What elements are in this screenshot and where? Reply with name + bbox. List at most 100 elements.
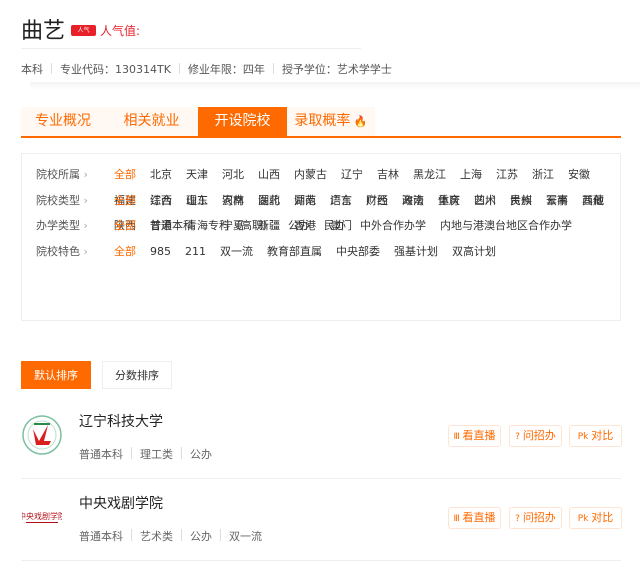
filter-option[interactable]: 江苏 bbox=[496, 162, 518, 188]
info-item: 专业代码：130314TK bbox=[60, 63, 171, 76]
tab-0[interactable]: 专业概况 bbox=[21, 107, 105, 136]
filter-option[interactable]: 北京 bbox=[150, 162, 172, 188]
school-name[interactable]: 辽宁科技大学 bbox=[79, 411, 163, 431]
ask-button[interactable]: ? 问招办 bbox=[509, 425, 562, 447]
filter-option[interactable]: 河北 bbox=[222, 162, 244, 188]
filter-options: 全部 北京 天津 河北 山西 内蒙古 辽宁 吉林 黑龙江 上海 江苏 浙江 安徽 福建 江西 山东 河南 湖北 湖南… bbox=[114, 162, 619, 232]
tab-label: 录取概率 bbox=[294, 113, 351, 129]
filter-option[interactable]: 全部 bbox=[114, 162, 136, 188]
popular-badge: 人气 bbox=[71, 25, 96, 36]
separator bbox=[220, 529, 221, 541]
live-button[interactable]: Ⅲ 看直播 bbox=[448, 425, 501, 447]
page-title: 曲艺 bbox=[21, 19, 66, 44]
compare-button[interactable]: Pk 对比 bbox=[569, 425, 622, 447]
filter-option[interactable]: 强基计划 bbox=[394, 239, 438, 265]
tab-2[interactable]: 开设院校 bbox=[198, 107, 287, 136]
separator bbox=[131, 447, 132, 459]
filter-option[interactable]: 黑龙江 bbox=[413, 162, 446, 188]
filter-option[interactable]: 浙江 bbox=[532, 162, 554, 188]
filter-option[interactable]: 理工 bbox=[186, 188, 208, 214]
filter-option[interactable]: 双高计划 bbox=[452, 239, 496, 265]
popularity-label: 人气值: bbox=[100, 24, 141, 38]
tab-1[interactable]: 相关就业 bbox=[105, 107, 198, 136]
separator bbox=[51, 63, 52, 74]
filter-label-text: 院校所属 bbox=[36, 168, 80, 181]
tab-label: 开设院校 bbox=[214, 113, 271, 129]
button-label: 问招办 bbox=[522, 511, 556, 524]
live-icon: Ⅲ bbox=[453, 432, 463, 442]
filter-option[interactable]: 中外合作办学 bbox=[360, 213, 426, 239]
filter-option[interactable]: 专科（高职） bbox=[208, 213, 274, 239]
filter-option[interactable]: 辽宁 bbox=[341, 162, 363, 188]
filter-option[interactable]: 上海 bbox=[460, 162, 482, 188]
sort-score-button[interactable]: 分数排序 bbox=[102, 361, 172, 389]
school-tags: 普通本科 艺术类 公办 双一流 bbox=[79, 528, 262, 544]
separator bbox=[181, 447, 182, 459]
filter-label: 院校类型 › bbox=[36, 188, 114, 214]
filter-option[interactable]: 农林 bbox=[222, 188, 244, 214]
school-tags: 普通本科 理工类 公办 bbox=[79, 446, 212, 462]
filter-option[interactable]: 民办 bbox=[324, 213, 346, 239]
separator bbox=[181, 529, 182, 541]
filter-option[interactable]: 山西 bbox=[258, 162, 280, 188]
filter-option[interactable]: 211 bbox=[185, 239, 206, 265]
filter-label: 院校所属 › bbox=[36, 162, 114, 188]
live-button[interactable]: Ⅲ 看直播 bbox=[448, 507, 501, 529]
school-item[interactable]: 中央戏剧学院中央戏剧学院普通本科艺术类公办双一流Ⅲ 看直播? 问招办Pk 对比 bbox=[18, 479, 622, 561]
filter-option[interactable]: 全部 bbox=[114, 213, 136, 239]
separator bbox=[178, 63, 180, 74]
filter-option[interactable]: 双一流 bbox=[220, 239, 253, 265]
filter-row: 院校所属 › 全部 北京 天津 河北 山西 内蒙古 辽宁 吉林 黑龙江 上海 江苏 浙江 安徽 福建 江西 山东… bbox=[36, 162, 620, 232]
filter-option[interactable]: 军事 bbox=[546, 188, 568, 214]
filter-option[interactable]: 其他 bbox=[582, 188, 604, 214]
info-item: 本科 bbox=[21, 63, 43, 76]
filter-option[interactable]: 安徽 bbox=[568, 162, 590, 188]
filter-option[interactable]: 政法 bbox=[402, 188, 424, 214]
school-logo: 中央戏剧学院 bbox=[18, 497, 66, 537]
sort-default-button[interactable]: 默认排序 bbox=[21, 361, 91, 389]
pk-icon: Pk bbox=[577, 432, 592, 442]
filter-option[interactable]: 内地与港澳台地区合作办学 bbox=[440, 213, 572, 239]
filter-option[interactable]: 公办 bbox=[288, 213, 310, 239]
filter-row: 院校特色 › 全部 985 211 双一流 教育部直属 中央部委 强基计划 双高计划 bbox=[36, 239, 620, 265]
school-logo bbox=[22, 415, 62, 455]
compare-button[interactable]: Pk 对比 bbox=[569, 507, 622, 529]
school-tag: 普通本科 bbox=[79, 448, 123, 461]
filter-option[interactable]: 普通本科 bbox=[150, 213, 194, 239]
chevron-right-icon: › bbox=[80, 244, 88, 258]
filter-option[interactable]: 艺术 bbox=[474, 188, 496, 214]
filter-label: 院校特色 › bbox=[36, 239, 114, 265]
filter-option[interactable]: 语言 bbox=[330, 188, 352, 214]
divider-shadow bbox=[30, 82, 640, 90]
tab-bar: 专业概况 相关就业 开设院校 录取概率 🔥 bbox=[21, 107, 621, 138]
filter-option[interactable]: 体育 bbox=[438, 188, 460, 214]
button-label: 对比 bbox=[591, 511, 614, 524]
filter-option[interactable]: 全部 bbox=[114, 239, 136, 265]
filter-options: 全部 综合 理工 农林 医药 师范 语言 财经 政法 体育 艺术 民族 军事 其他 bbox=[114, 188, 619, 214]
school-tag: 艺术类 bbox=[140, 530, 173, 543]
tab-3[interactable]: 录取概率 🔥 bbox=[287, 107, 375, 136]
major-info: 本科 专业代码：130314TK 修业年限：四年 授予学位：艺术学学士 bbox=[21, 61, 392, 77]
filter-option[interactable]: 教育部直属 bbox=[267, 239, 322, 265]
button-label: 对比 bbox=[591, 429, 614, 442]
filter-option[interactable]: 全部 bbox=[114, 188, 136, 214]
school-name[interactable]: 中央戏剧学院 bbox=[79, 493, 163, 513]
school-item[interactable]: 辽宁科技大学 普通本科 理工类 公办 Ⅲ 看直播? 问招办 Pk 对比 bbox=[21, 397, 622, 479]
filter-option[interactable]: 天津 bbox=[186, 162, 208, 188]
tab-label: 相关就业 bbox=[123, 113, 180, 129]
filter-option[interactable]: 医药 bbox=[258, 188, 280, 214]
filter-option[interactable]: 内蒙古 bbox=[294, 162, 327, 188]
filter-option[interactable]: 师范 bbox=[294, 188, 316, 214]
filter-option[interactable]: 985 bbox=[150, 239, 171, 265]
ask-button[interactable]: ? 问招办 bbox=[509, 507, 562, 529]
school-tag: 理工类 bbox=[140, 448, 173, 461]
filter-option[interactable]: 民族 bbox=[510, 188, 532, 214]
filter-option[interactable]: 综合 bbox=[150, 188, 172, 214]
filter-option[interactable]: 财经 bbox=[366, 188, 388, 214]
filter-option[interactable]: 吉林 bbox=[377, 162, 399, 188]
filter-option[interactable]: 中央部委 bbox=[336, 239, 380, 265]
pk-icon: Pk bbox=[577, 514, 592, 524]
info-item: 修业年限：四年 bbox=[187, 63, 265, 76]
filter-panel: 院校所属 › 全部 北京 天津 河北 山西 内蒙古 辽宁 吉林 黑龙江 上海 江苏 浙江 安徽 福建 江西 山东… bbox=[21, 153, 621, 321]
chevron-right-icon: › bbox=[80, 168, 88, 181]
